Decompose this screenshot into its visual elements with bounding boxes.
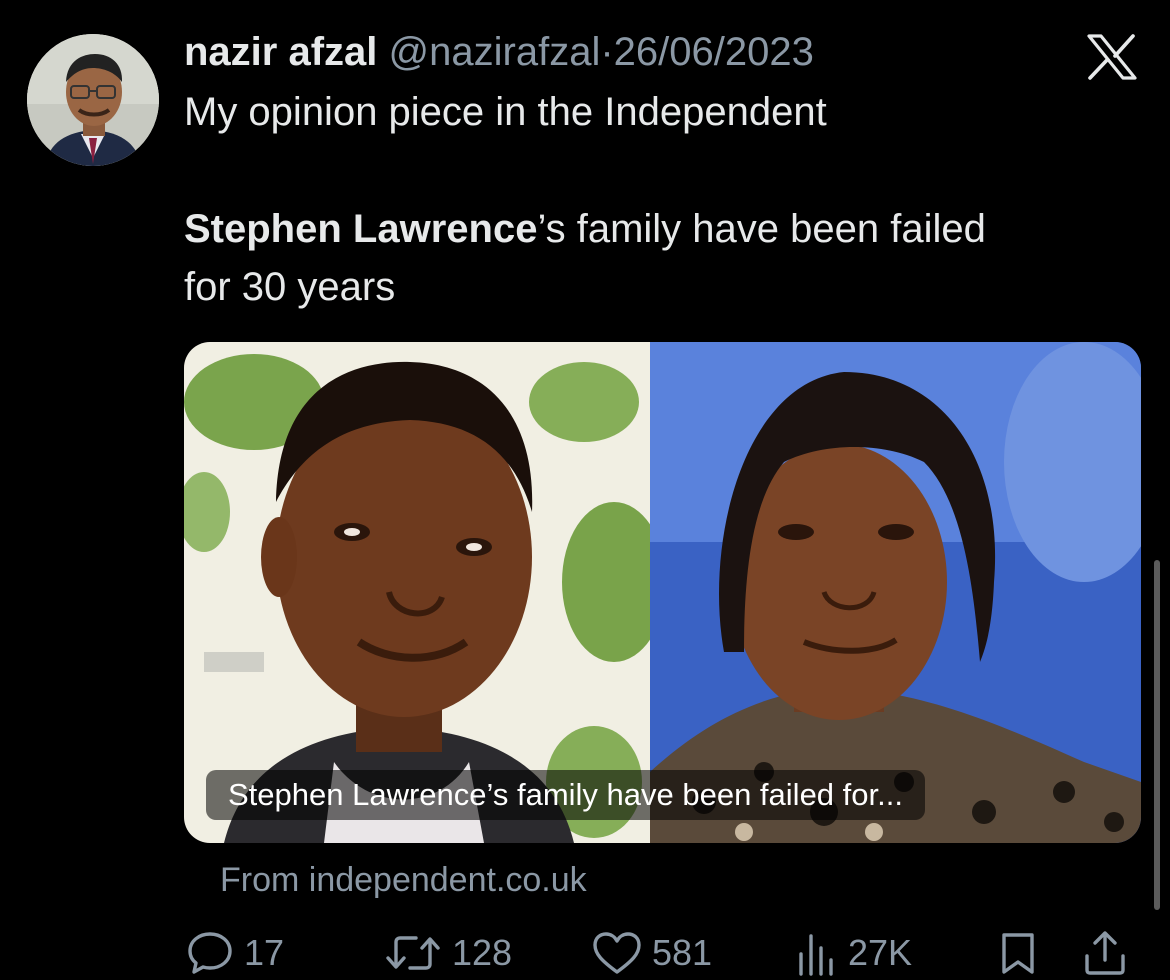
tweet-date[interactable]: 26/06/2023 [614,30,814,74]
bookmark-button[interactable] [998,926,1038,980]
bookmark-icon [1002,933,1034,974]
link-card-source[interactable]: From independent.co.uk [220,858,587,902]
scrollbar[interactable] [1154,560,1160,910]
link-preview-card[interactable]: Stephen Lawrence’s family have been fail… [184,342,1141,843]
comment-bubble-icon [188,932,232,974]
reply-count: 17 [244,932,285,973]
reply-button[interactable]: 17 [186,926,284,980]
like-button[interactable]: 581 [592,926,712,980]
share-button[interactable] [1082,926,1128,980]
author-avatar[interactable] [27,34,159,166]
share-upload-icon [1085,931,1125,975]
tweet-text-line-1: My opinion piece in the Independent [184,90,827,134]
heart-icon [593,932,641,974]
author-display-name[interactable]: nazir afzal [184,30,377,74]
bar-chart-icon [799,934,833,976]
link-card-caption: Stephen Lawrence’s family have been fail… [206,770,925,820]
x-logo-icon[interactable] [1086,34,1138,80]
view-count: 27K [848,932,913,973]
link-card-image [184,342,1141,843]
tweet-header: nazir afzal @nazirafzal·26/06/2023 [184,28,814,76]
retweet-button[interactable]: 128 [384,926,512,980]
headline-rest: ’s family have been failed [537,207,986,251]
tweet-action-bar: 17 128 581 27K [0,926,1170,980]
header-separator: · [600,30,614,74]
headline-bold-name: Stephen Lawrence [184,207,538,251]
tweet-text-headline-line-2: for 30 years [184,265,396,309]
retweet-count: 128 [452,932,513,973]
views-button[interactable]: 27K [796,926,912,980]
like-count: 581 [652,932,713,973]
author-handle[interactable]: @nazirafzal [389,30,601,74]
tweet-text-headline: Stephen Lawrence’s family have been fail… [184,205,986,253]
retweet-arrows-icon [386,936,440,970]
avatar-photo [27,34,159,166]
